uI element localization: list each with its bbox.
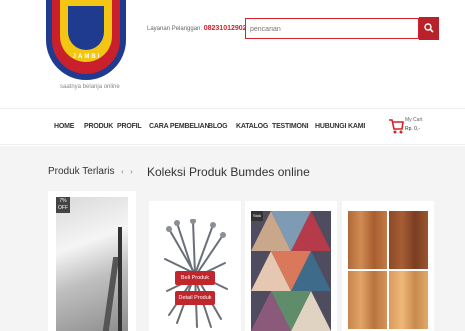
chevron-left-icon[interactable]: ‹ [118,166,127,177]
buy-product-button[interactable]: Beli Produk [175,271,215,285]
product-image-detail [102,257,120,331]
nav-item-hubungi-kami[interactable]: HUBUNGI KAMI [315,123,365,130]
search-button[interactable] [419,17,439,40]
nav-item-katalog[interactable]: KATALOG [236,123,268,130]
product-image-wood[interactable] [348,211,428,331]
site-header: JAMBI saatnya belanja online Layanan Pel… [0,0,465,108]
stock-badge: Stok [251,211,263,221]
search-box [245,18,419,39]
discount-percent: 7% [59,198,67,204]
product-image-detail [118,227,122,331]
customer-service-label: Layanan Pelanggan: [147,26,203,32]
main-nav: HOME PRODUK PROFIL CARA PEMBELIAN BLOG K… [0,108,465,145]
product-card[interactable] [342,201,434,331]
logo-emblem [68,6,104,50]
nav-item-cara-pembelian[interactable]: CARA PEMBELIAN [149,123,210,130]
site-tagline: saatnya belanja online [60,84,120,90]
nav-item-blog[interactable]: BLOG [208,123,228,130]
content-area: Produk Terlaris ‹ › Koleksi Produk Bumde… [0,146,465,331]
discount-badge: 7% OFF [56,197,70,213]
chevron-right-icon[interactable]: › [127,166,136,177]
cart-label[interactable]: My Cart [405,117,423,123]
wood-panel [389,211,428,269]
product-card[interactable]: Stok [245,201,337,331]
product-image-tiles[interactable] [251,211,331,331]
bestseller-product-image[interactable] [56,197,128,331]
logo-text: JAMBI [72,54,102,60]
wood-panel [348,271,387,329]
site-logo[interactable]: JAMBI [46,0,126,82]
sidebar-title: Produk Terlaris [48,166,115,177]
search-icon [424,23,434,33]
discount-off-label: OFF [58,205,68,211]
page-title: Koleksi Produk Bumdes online [147,165,310,179]
product-card[interactable]: Beli Produk Detail Produk [149,201,241,331]
wood-panel [348,211,387,269]
cart-total: Rp. 0,- [405,126,421,132]
wood-panel [389,271,428,329]
nav-item-testimoni[interactable]: TESTIMONI [272,123,309,130]
customer-service: Layanan Pelanggan: 082310129028 [147,25,250,32]
nav-item-profil[interactable]: PROFIL [117,123,142,130]
nav-item-home[interactable]: HOME [54,123,74,130]
cart-icon[interactable] [388,117,404,135]
nav-item-produk[interactable]: PRODUK [84,123,113,130]
customer-service-phone[interactable]: 082310129028 [204,25,251,32]
bestseller-product-card[interactable]: 7% OFF [48,191,136,331]
search-input[interactable] [250,22,410,36]
product-detail-button[interactable]: Detail Produk [175,291,215,305]
